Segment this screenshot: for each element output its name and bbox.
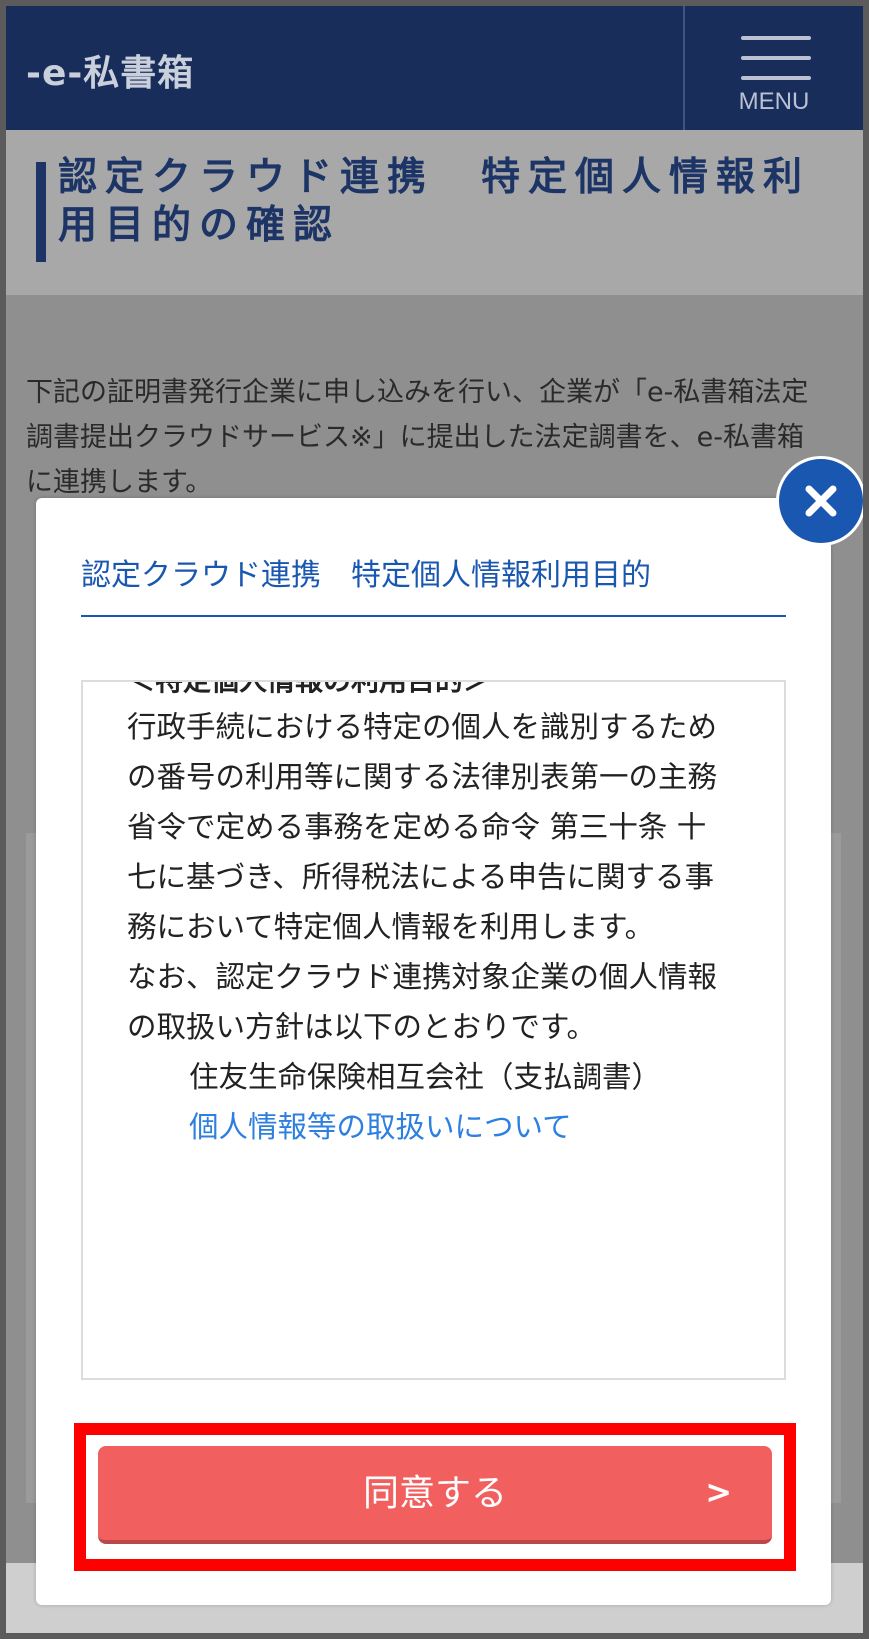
page-title: 認定クラウド連携 特定個人情報利用目的の確認 — [58, 155, 811, 248]
purpose-modal: 認定クラウド連携 特定個人情報利用目的 ＜特定個人情報の利用目的＞ 行政手続にお… — [36, 498, 831, 1605]
chevron-right-icon: > — [705, 1473, 732, 1511]
app-screen: -e-私書箱 MENU 認定クラウド連携 特定個人情報利用目的の確認 下記の証明… — [0, 0, 869, 1639]
hamburger-icon-line-top — [741, 36, 811, 40]
modal-heading: 認定クラウド連携 特定個人情報利用目的 — [81, 558, 651, 593]
heading-divider — [81, 615, 786, 617]
company-name: 住友生命保険相互会社（支払調書） — [189, 1060, 662, 1094]
title-accent-bar — [36, 162, 46, 262]
page-title-area: 認定クラウド連携 特定個人情報利用目的の確認 — [6, 130, 863, 295]
hamburger-icon-line-middle — [741, 56, 811, 60]
modal-close-button[interactable] — [776, 456, 866, 546]
site-header: -e-私書箱 MENU — [6, 6, 863, 130]
purpose-scroll-box[interactable]: ＜特定個人情報の利用目的＞ 行政手続における特定の個人を識別するための番号の利用… — [81, 680, 786, 1380]
agree-button-label: 同意する — [362, 1473, 507, 1514]
hamburger-icon-line-bottom — [741, 76, 811, 80]
purpose-paragraph: 行政手続における特定の個人を識別するための番号の利用等に関する法律別表第一の主務… — [127, 710, 718, 944]
policy-note-paragraph: なお、認定クラウド連携対象企業の個人情報の取扱い方針は以下のとおりです。 — [127, 960, 718, 1044]
purpose-subheading: ＜特定個人情報の利用目的＞ — [127, 680, 492, 697]
privacy-policy-link[interactable]: 個人情報等の取扱いについて — [127, 1102, 727, 1152]
site-logo[interactable]: -e-私書箱 — [26, 44, 194, 96]
intro-text: 下記の証明書発行企業に申し込みを行い、企業が「e-私書箱法定調書提出クラウドサー… — [26, 377, 809, 498]
agree-button[interactable]: 同意する > — [98, 1446, 772, 1544]
close-icon — [805, 485, 837, 517]
menu-label: MENU — [738, 88, 810, 115]
menu-button[interactable]: MENU — [683, 6, 863, 130]
purpose-content: ＜特定個人情報の利用目的＞ 行政手続における特定の個人を識別するための番号の利用… — [127, 680, 727, 1152]
